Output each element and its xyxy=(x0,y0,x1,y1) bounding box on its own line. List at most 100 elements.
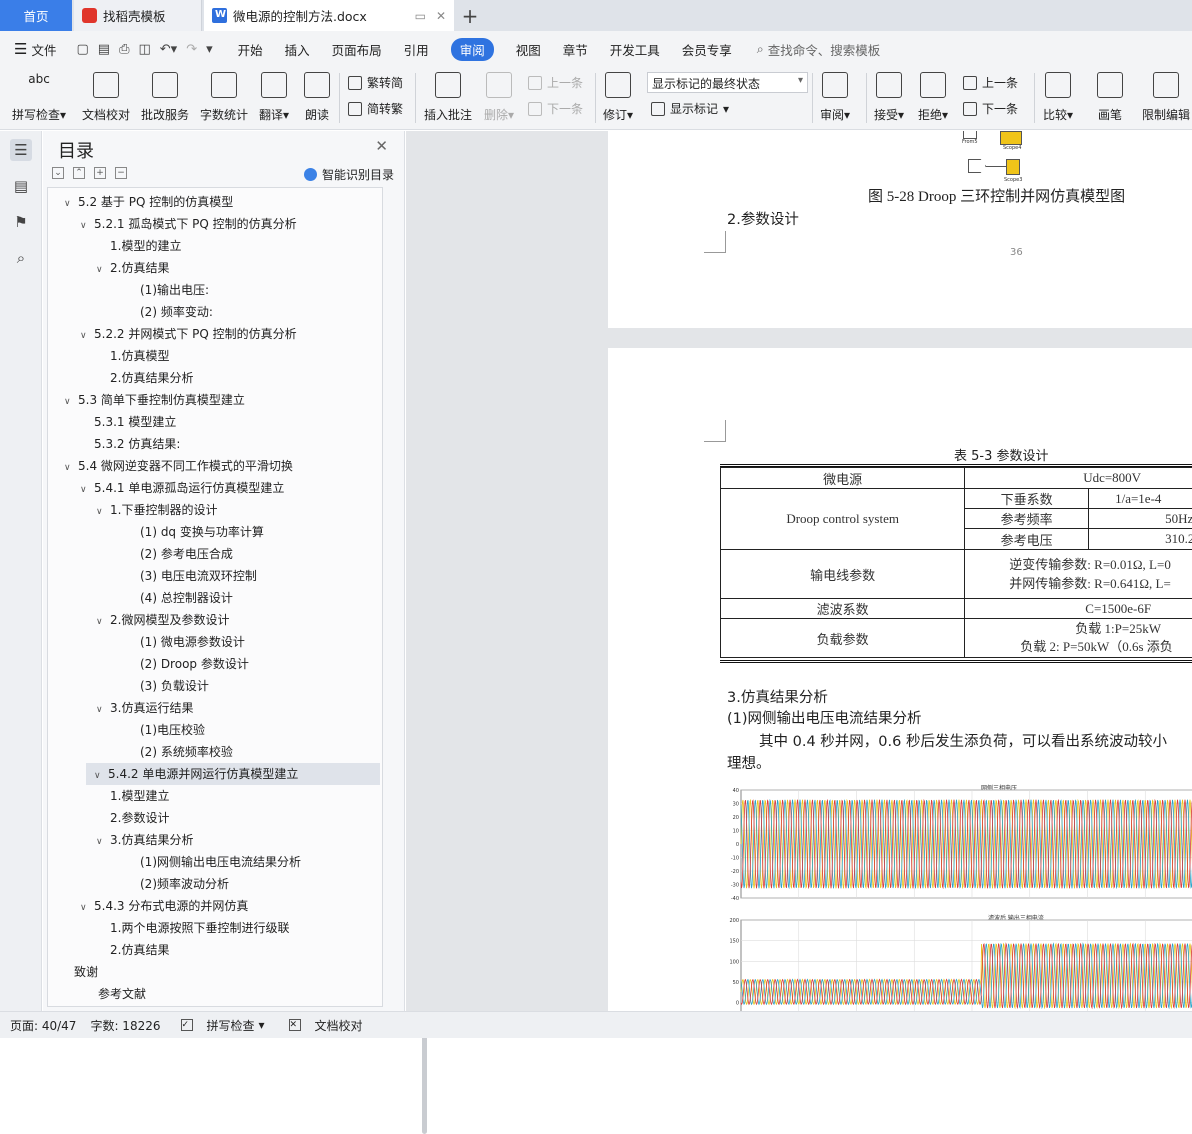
toc-item[interactable]: (2) 系统频率校验 xyxy=(140,741,233,763)
toc-item[interactable]: 2.参数设计 xyxy=(110,807,169,829)
chevron-down-icon[interactable]: ∨ xyxy=(96,611,110,633)
toc-item[interactable]: (1)网侧输出电压电流结果分析 xyxy=(140,851,301,873)
print-icon[interactable]: ⎙ xyxy=(119,42,129,57)
toc-item[interactable]: 致谢 xyxy=(74,961,98,983)
tab-close-icon[interactable]: ✕ xyxy=(436,9,446,23)
toc-item[interactable]: 5.3.1 模型建立 xyxy=(94,411,176,433)
delete-comment-button[interactable]: 删除▾ xyxy=(484,69,514,123)
translate-button[interactable]: 翻译▾ xyxy=(259,69,289,123)
accept-button[interactable]: 接受▾ xyxy=(874,69,904,123)
toc-item[interactable]: ∨ 2.微网模型及参数设计 xyxy=(96,609,229,631)
tab-4[interactable]: 审阅 xyxy=(450,37,494,61)
trad-to-simp-button[interactable]: 繁转简 xyxy=(348,74,403,91)
insert-comment-button[interactable]: 插入批注 xyxy=(424,69,472,123)
file-menu[interactable]: 文件 xyxy=(31,40,56,59)
chevron-down-icon[interactable]: ∨ xyxy=(64,457,78,479)
smart-toc-button[interactable]: 智能识别目录 xyxy=(303,166,394,183)
chevron-down-icon[interactable]: ∨ xyxy=(64,391,78,413)
toc-item[interactable]: ∨ 3.仿真结果分析 xyxy=(96,829,193,851)
proofread-toggle[interactable]: ✕ 文档校对 xyxy=(279,1017,363,1034)
add-heading-icon[interactable]: + xyxy=(94,167,106,179)
reject-button[interactable]: 拒绝▾ xyxy=(918,69,948,123)
toc-item[interactable]: (2) Droop 参数设计 xyxy=(140,653,249,675)
toc-item[interactable]: (2)频率波动分析 xyxy=(140,873,229,895)
toc-item[interactable]: (1)输出电压: xyxy=(140,279,209,301)
bookmark-icon[interactable]: ⚑ xyxy=(10,211,32,233)
toc-item[interactable]: ∨ 5.4.1 单电源孤岛运行仿真模型建立 xyxy=(80,477,284,499)
expand-all-icon[interactable]: ⌄ xyxy=(52,167,64,179)
restrict-edit-button[interactable]: 限制编辑 xyxy=(1142,69,1190,123)
toc-item[interactable]: 1.模型建立 xyxy=(110,785,169,807)
toc-item[interactable]: ∨ 1.下垂控制器的设计 xyxy=(96,499,217,521)
word-count[interactable]: 字数: 18226 xyxy=(90,1017,160,1034)
toc-item[interactable]: 2.仿真结果分析 xyxy=(110,367,193,389)
read-aloud-button[interactable]: 朗读 xyxy=(304,69,330,123)
close-icon[interactable]: ✕ xyxy=(375,137,388,155)
markup-state-select[interactable]: 显示标记的最终状态 xyxy=(647,72,808,93)
annotate-service-button[interactable]: 批改服务 xyxy=(141,69,189,123)
chapter-nav-icon[interactable]: ▤ xyxy=(10,175,32,197)
chevron-down-icon[interactable]: ∨ xyxy=(80,325,94,347)
track-changes-button[interactable]: 修订▾ xyxy=(603,69,633,123)
toc-item[interactable]: 1.两个电源按照下垂控制进行级联 xyxy=(110,917,289,939)
toc-item[interactable]: ∨ 5.3 简单下垂控制仿真模型建立 xyxy=(64,389,245,411)
toc-item[interactable]: (1)电压校验 xyxy=(140,719,205,741)
toc-item[interactable]: ∨ 5.2.2 并网模式下 PQ 控制的仿真分析 xyxy=(80,323,297,345)
redo-icon[interactable]: ↷ xyxy=(186,42,197,57)
compare-button[interactable]: 比较▾ xyxy=(1043,69,1073,123)
chevron-down-icon[interactable]: ∨ xyxy=(96,831,110,853)
tab-restore-icon[interactable]: ▭ xyxy=(415,9,426,23)
toc-item[interactable]: (3) 负载设计 xyxy=(140,675,209,697)
proofread-button[interactable]: 文档校对 xyxy=(82,69,130,123)
toc-item[interactable]: ∨ 5.2 基于 PQ 控制的仿真模型 xyxy=(64,191,233,213)
save-icon[interactable]: ▢ xyxy=(76,42,88,57)
tab-template[interactable]: 找稻壳模板 xyxy=(74,0,202,31)
toc-item[interactable]: 1.仿真模型 xyxy=(110,345,169,367)
toc-item[interactable]: (3) 电压电流双环控制 xyxy=(140,565,257,587)
tab-document[interactable]: 微电源的控制方法.docx ▭ ✕ xyxy=(204,0,454,31)
simp-to-trad-button[interactable]: 简转繁 xyxy=(348,100,403,117)
toc-item[interactable]: 2.仿真结果 xyxy=(110,939,169,961)
undo-icon[interactable]: ↶▾ xyxy=(160,42,177,57)
chevron-down-icon[interactable]: ∨ xyxy=(80,215,94,237)
prev-comment-button[interactable]: 上一条 xyxy=(528,74,583,91)
toc-item[interactable]: ∨ 3.仿真运行结果 xyxy=(96,697,193,719)
command-search[interactable]: ⌕ 查找命令、搜索模板 xyxy=(757,40,881,59)
new-tab-button[interactable]: + xyxy=(458,4,482,28)
page-indicator[interactable]: 页面: 40/47 xyxy=(10,1017,76,1034)
toc-panel-icon[interactable]: ☰ xyxy=(10,139,32,161)
tab-6[interactable]: 章节 xyxy=(563,38,588,61)
toc-item[interactable]: (2) 参考电压合成 xyxy=(140,543,233,565)
spell-check-toggle[interactable]: ✓ 拼写检查 ▾ xyxy=(171,1017,265,1034)
tab-2[interactable]: 页面布局 xyxy=(332,38,382,61)
export-icon[interactable]: ▤ xyxy=(98,42,110,57)
toc-item[interactable]: (1) 微电源参数设计 xyxy=(140,631,245,653)
pen-button[interactable]: 画笔 xyxy=(1097,69,1123,123)
prev-change-button[interactable]: 上一条 xyxy=(963,74,1018,91)
toc-item[interactable]: 参考文献 xyxy=(98,983,146,1005)
tab-1[interactable]: 插入 xyxy=(285,38,310,61)
toc-item[interactable]: 1.模型的建立 xyxy=(110,235,181,257)
toc-item[interactable]: ∨ 2.仿真结果 xyxy=(96,257,169,279)
chevron-down-icon[interactable]: ∨ xyxy=(80,479,94,501)
toc-item[interactable]: ∨ 5.4.2 单电源并网运行仿真模型建立 xyxy=(86,763,380,785)
next-comment-button[interactable]: 下一条 xyxy=(528,100,583,117)
toc-item[interactable]: ∨ 5.2.1 孤岛模式下 PQ 控制的仿真分析 xyxy=(80,213,297,235)
toc-item[interactable]: (2) 频率变动: xyxy=(140,301,213,323)
word-count-button[interactable]: 字数统计 xyxy=(200,69,248,123)
toc-item[interactable]: ∨ 5.4.3 分布式电源的并网仿真 xyxy=(80,895,248,917)
toc-item[interactable]: (4) 总控制器设计 xyxy=(140,587,233,609)
toc-item[interactable]: (1) dq 变换与功率计算 xyxy=(140,521,264,543)
collapse-all-icon[interactable]: ⌃ xyxy=(73,167,85,179)
remove-heading-icon[interactable]: − xyxy=(115,167,127,179)
chevron-down-icon[interactable]: ∨ xyxy=(96,501,110,523)
toc-item[interactable]: ∨ 5.4 微网逆变器不同工作模式的平滑切换 xyxy=(64,455,293,477)
tab-7[interactable]: 开发工具 xyxy=(610,38,660,61)
review-pane-button[interactable]: 审阅▾ xyxy=(820,69,850,123)
toc-item[interactable]: 5.3.2 仿真结果: xyxy=(94,433,180,455)
more-icon[interactable]: ▾ xyxy=(206,42,213,57)
tab-3[interactable]: 引用 xyxy=(404,38,429,61)
tab-8[interactable]: 会员专享 xyxy=(682,38,732,61)
chevron-down-icon[interactable]: ∨ xyxy=(96,699,110,721)
tab-home[interactable]: 首页 xyxy=(0,0,72,31)
